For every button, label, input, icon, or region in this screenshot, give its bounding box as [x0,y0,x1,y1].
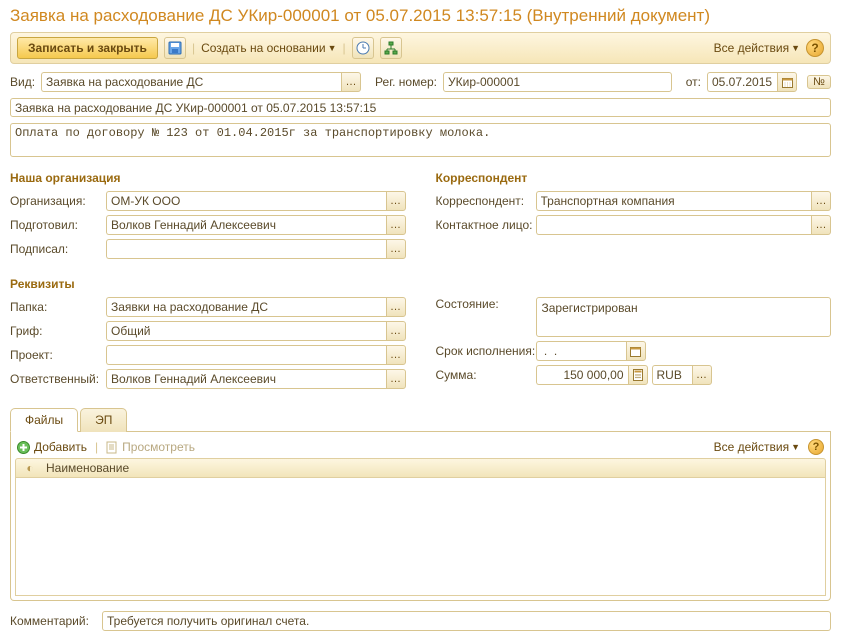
responsible-input[interactable] [106,369,386,389]
assign-number-button[interactable]: № [807,75,831,89]
correspondent-label: Корреспондент: [436,194,536,208]
reg-number-label: Рег. номер: [375,75,437,89]
files-grid-body[interactable] [15,478,826,596]
contact-label: Контактное лицо: [436,218,536,232]
comment-input[interactable] [102,611,831,631]
all-actions-menu[interactable]: Все действия▼ [714,41,800,55]
org-select-button[interactable]: … [386,191,406,211]
signed-label: Подписал: [10,242,106,256]
sum-label: Сумма: [436,368,536,382]
our-org-group-title: Наша организация [10,171,406,185]
currency-input[interactable] [652,365,692,385]
correspondent-input[interactable] [536,191,812,211]
type-input[interactable] [41,72,341,92]
tab-files[interactable]: Файлы [10,408,78,432]
files-all-actions-menu[interactable]: Все действия▼ [714,440,800,454]
prepared-input[interactable] [106,215,386,235]
date-input[interactable] [707,72,777,92]
signed-select-button[interactable]: … [386,239,406,259]
currency-select-button[interactable]: … [692,365,712,385]
tabs: Файлы ЭП [10,407,831,432]
clock-button[interactable] [352,37,374,59]
folder-input[interactable] [106,297,386,317]
state-box[interactable]: Зарегистрирован [536,297,832,337]
page-title: Заявка на расходование ДС УКир-000001 от… [10,6,831,26]
responsible-select-button[interactable]: … [386,369,406,389]
state-label: Состояние: [436,297,536,311]
folder-label: Папка: [10,300,106,314]
deadline-calendar-button[interactable] [626,341,646,361]
correspondent-select-button[interactable]: … [811,191,831,211]
type-label: Вид: [10,75,35,89]
name-column-header[interactable]: Наименование [46,461,129,475]
org-input[interactable] [106,191,386,211]
contact-input[interactable] [536,215,812,235]
project-input[interactable] [106,345,386,365]
grif-select-button[interactable]: … [386,321,406,341]
folder-select-button[interactable]: … [386,297,406,317]
view-file-button[interactable]: Просмотреть [106,440,195,454]
files-grid-header: ◐ Наименование [15,458,826,478]
main-toolbar: Записать и закрыть | Создать на основани… [10,32,831,64]
sum-calc-button[interactable] [628,365,648,385]
calculator-icon [633,369,643,381]
add-file-button[interactable]: Добавить [17,440,87,454]
date-calendar-button[interactable] [777,72,797,92]
contact-select-button[interactable]: … [811,215,831,235]
type-select-button[interactable]: … [341,72,361,92]
calendar-icon [782,77,793,88]
create-based-on-menu[interactable]: Создать на основании▼ [201,41,336,55]
org-label: Организация: [10,194,106,208]
sum-input[interactable] [536,365,628,385]
responsible-label: Ответственный: [10,372,106,386]
correspondent-group-title: Корреспондент [436,171,832,185]
reg-number-input[interactable] [443,72,672,92]
structure-button[interactable] [380,37,402,59]
deadline-label: Срок исполнения: [436,344,536,358]
signed-input[interactable] [106,239,386,259]
clock-icon [356,41,370,55]
grif-label: Гриф: [10,324,106,338]
tab-body: Добавить | Просмотреть Все действия▼ ? ◐… [10,432,831,601]
save-button[interactable] [164,37,186,59]
files-help-button[interactable]: ? [808,439,824,455]
date-from-label: от: [686,75,701,89]
diskette-icon [168,41,182,55]
description-box: Заявка на расходование ДС УКир-000001 от… [10,98,831,117]
plus-icon [17,441,30,454]
deadline-input[interactable] [536,341,626,361]
project-select-button[interactable]: … [386,345,406,365]
help-button[interactable]: ? [806,39,824,57]
tree-icon [384,41,398,55]
project-label: Проект: [10,348,106,362]
comment-label: Комментарий: [10,614,96,628]
requisites-group-title: Реквизиты [10,277,831,291]
attachment-column-icon: ◐ [20,461,40,475]
summary-textarea[interactable]: Оплата по договору № 123 от 01.04.2015г … [10,123,831,157]
save-close-button[interactable]: Записать и закрыть [17,37,158,59]
prepared-label: Подготовил: [10,218,106,232]
grif-input[interactable] [106,321,386,341]
calendar-icon [630,346,641,357]
prepared-select-button[interactable]: … [386,215,406,235]
tab-signature[interactable]: ЭП [80,408,127,432]
document-icon [106,441,118,454]
